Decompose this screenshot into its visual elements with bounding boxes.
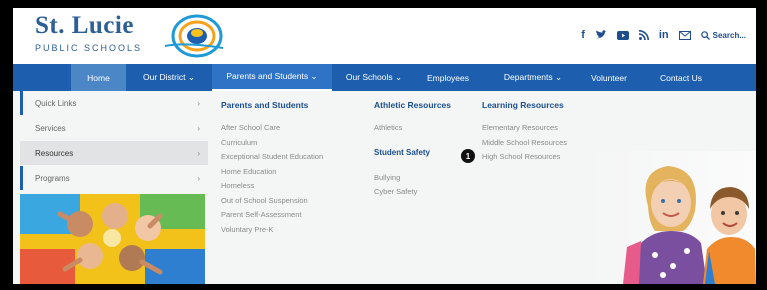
kids-circle-photo — [20, 194, 205, 284]
logo-title: St. Lucie — [35, 12, 134, 39]
nav-item-parents-and-students[interactable]: Parents and Students ⌄ — [212, 64, 332, 91]
chevron-right-icon: › — [197, 173, 200, 183]
mega-menu: Quick Links › Services › Resources › Pro… — [13, 91, 756, 284]
column-heading[interactable]: Athletic Resources — [374, 100, 451, 110]
sidebar-active-bar — [20, 166, 23, 190]
twitter-icon[interactable] — [595, 28, 607, 42]
main-nav: Home Our District ⌄ Parents and Students… — [13, 64, 756, 91]
search-label[interactable]: Search... — [713, 31, 746, 40]
menu-link[interactable]: After School Care — [221, 121, 323, 136]
sidebar-item-services[interactable]: Services › — [20, 116, 208, 140]
nav-item-contact-us[interactable]: Contact Us — [645, 64, 717, 91]
nav-item-our-schools[interactable]: Our Schools ⌄ — [336, 64, 412, 91]
menu-link[interactable]: Middle School Resources — [482, 136, 567, 151]
menu-link[interactable]: Curriculum — [221, 136, 323, 151]
chevron-right-icon: › — [197, 148, 200, 158]
email-icon[interactable] — [678, 28, 691, 42]
menu-link[interactable]: Out of School Suspension — [221, 194, 323, 209]
logo-subtitle: PUBLIC SCHOOLS — [35, 43, 143, 53]
student-safety-heading[interactable]: Student Safety — [374, 144, 451, 162]
youtube-icon[interactable] — [616, 28, 629, 42]
menu-link[interactable]: High School Resources — [482, 150, 567, 165]
column-heading[interactable]: Learning Resources — [482, 100, 567, 110]
nav-item-employees[interactable]: Employees — [417, 64, 479, 91]
sidebar-active-bar — [20, 91, 23, 115]
nav-item-departments[interactable]: Departments ⌄ — [491, 64, 575, 91]
menu-link[interactable]: Athletics — [374, 121, 451, 136]
sidebar-item-programs[interactable]: Programs › — [20, 166, 208, 190]
menu-link[interactable]: Home Education — [221, 165, 323, 180]
sidebar-item-label: Services — [35, 123, 66, 133]
column-learning-resources: Learning Resources Elementary Resources … — [482, 100, 567, 165]
menu-link[interactable]: Parent Self-Assessment — [221, 208, 323, 223]
menu-link[interactable]: Exceptional Student Education — [221, 150, 323, 165]
facebook-icon[interactable]: f — [581, 28, 585, 42]
sidebar-item-resources[interactable]: Resources › — [20, 141, 208, 165]
chevron-right-icon: › — [197, 98, 200, 108]
sidebar-item-label: Quick Links — [35, 98, 77, 108]
social-links: f in Search... — [581, 28, 746, 42]
column-athletic-resources: Athletic Resources Athletics Student Saf… — [374, 100, 451, 200]
chevron-right-icon: › — [197, 123, 200, 133]
linkedin-icon[interactable]: in — [659, 28, 669, 42]
search-icon[interactable]: Search... — [700, 28, 746, 42]
sidebar-item-label: Resources — [35, 148, 74, 158]
menu-link[interactable]: Voluntary Pre-K — [221, 223, 323, 238]
column-parents-and-students: Parents and Students After School Care C… — [221, 100, 323, 237]
site-header: St. Lucie PUBLIC SCHOOLS f in Search... — [13, 8, 756, 64]
annotation-badge: 1 — [461, 149, 475, 163]
page-frame: St. Lucie PUBLIC SCHOOLS f in Search... … — [13, 8, 756, 284]
menu-link[interactable]: Elementary Resources — [482, 121, 567, 136]
menu-link[interactable]: Homeless — [221, 179, 323, 194]
rss-icon[interactable] — [638, 28, 649, 42]
nav-item-home[interactable]: Home — [71, 64, 126, 91]
menu-link[interactable]: Bullying — [374, 171, 451, 186]
sidebar-item-label: Programs — [35, 173, 70, 183]
menu-link[interactable]: Cyber Safety — [374, 185, 451, 200]
children-photo — [583, 151, 756, 284]
nav-item-our-district[interactable]: Our District ⌄ — [126, 64, 212, 91]
column-heading[interactable]: Parents and Students — [221, 100, 323, 110]
logo[interactable]: St. Lucie PUBLIC SCHOOLS — [35, 12, 142, 53]
sidebar-item-quick-links[interactable]: Quick Links › — [20, 91, 208, 115]
nav-item-volunteer[interactable]: Volunteer — [581, 64, 637, 91]
logo-swirl-icon — [165, 14, 224, 58]
